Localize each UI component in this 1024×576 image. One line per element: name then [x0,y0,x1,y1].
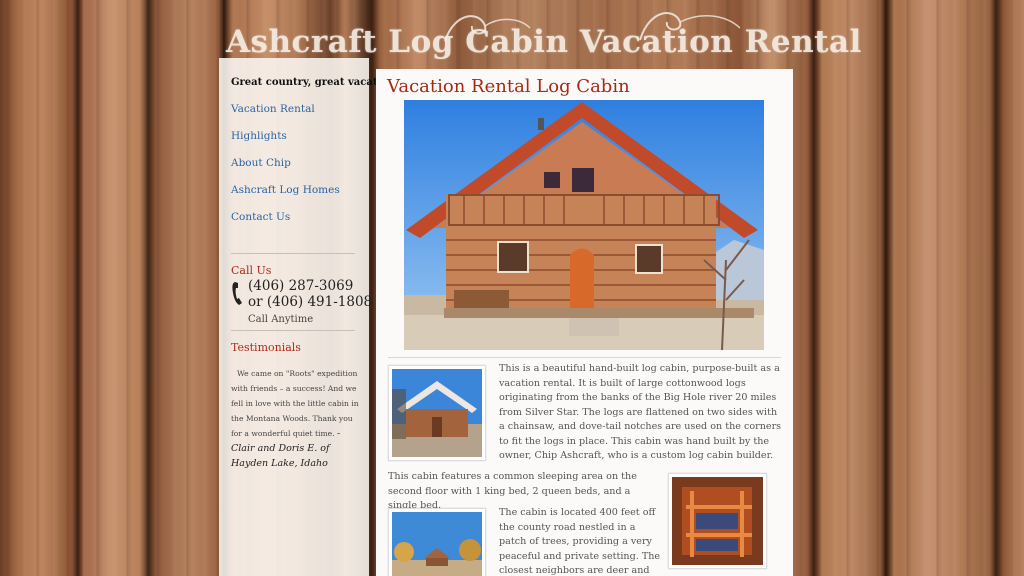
cabin-thumbnail-2[interactable] [388,508,486,576]
location-paragraph: The cabin is located 400 feet off the co… [499,507,661,576]
interior-thumbnail[interactable] [668,473,767,569]
content-divider [388,357,781,358]
tagline: Great country, great vacation! [231,77,400,88]
site-title[interactable]: Ashcraft Log Cabin Vacation Rental [226,24,862,60]
page-title: Vacation Rental Log Cabin [387,76,630,97]
call-us-heading: Call Us [231,264,272,277]
nav-highlights[interactable]: Highlights [231,129,369,156]
testimonial-body: We came on "Roots" expedition with frien… [231,366,359,471]
cabin-hero-image [404,100,764,350]
sidebar-divider [231,253,355,254]
nav-contact-us[interactable]: Contact Us [231,210,369,237]
sidebar-nav: Vacation Rental Highlights About Chip As… [231,102,369,237]
intro-paragraph: This is a beautiful hand-built log cabin… [499,363,782,461]
sidebar-divider-2 [231,330,355,331]
phone-number-1[interactable]: (406) 287-3069 [248,278,353,294]
testimonials-heading: Testimonials [231,341,301,354]
phone-number-2[interactable]: or (406) 491-1808 [248,294,372,310]
phone-block: (406) 287-3069 or (406) 491-1808 Call An… [231,278,372,328]
cabin-thumbnail-1[interactable] [388,365,486,461]
nav-about-chip[interactable]: About Chip [231,156,369,183]
phone-icon [232,282,242,305]
main-content: Vacation Rental Log Cabin This is a beau… [376,69,793,576]
call-anytime-note: Call Anytime [248,314,314,325]
sidebar: Great country, great vacation! Vacation … [219,58,400,576]
nav-ashcraft-log-homes[interactable]: Ashcraft Log Homes [231,183,369,210]
nav-vacation-rental[interactable]: Vacation Rental [231,102,369,129]
